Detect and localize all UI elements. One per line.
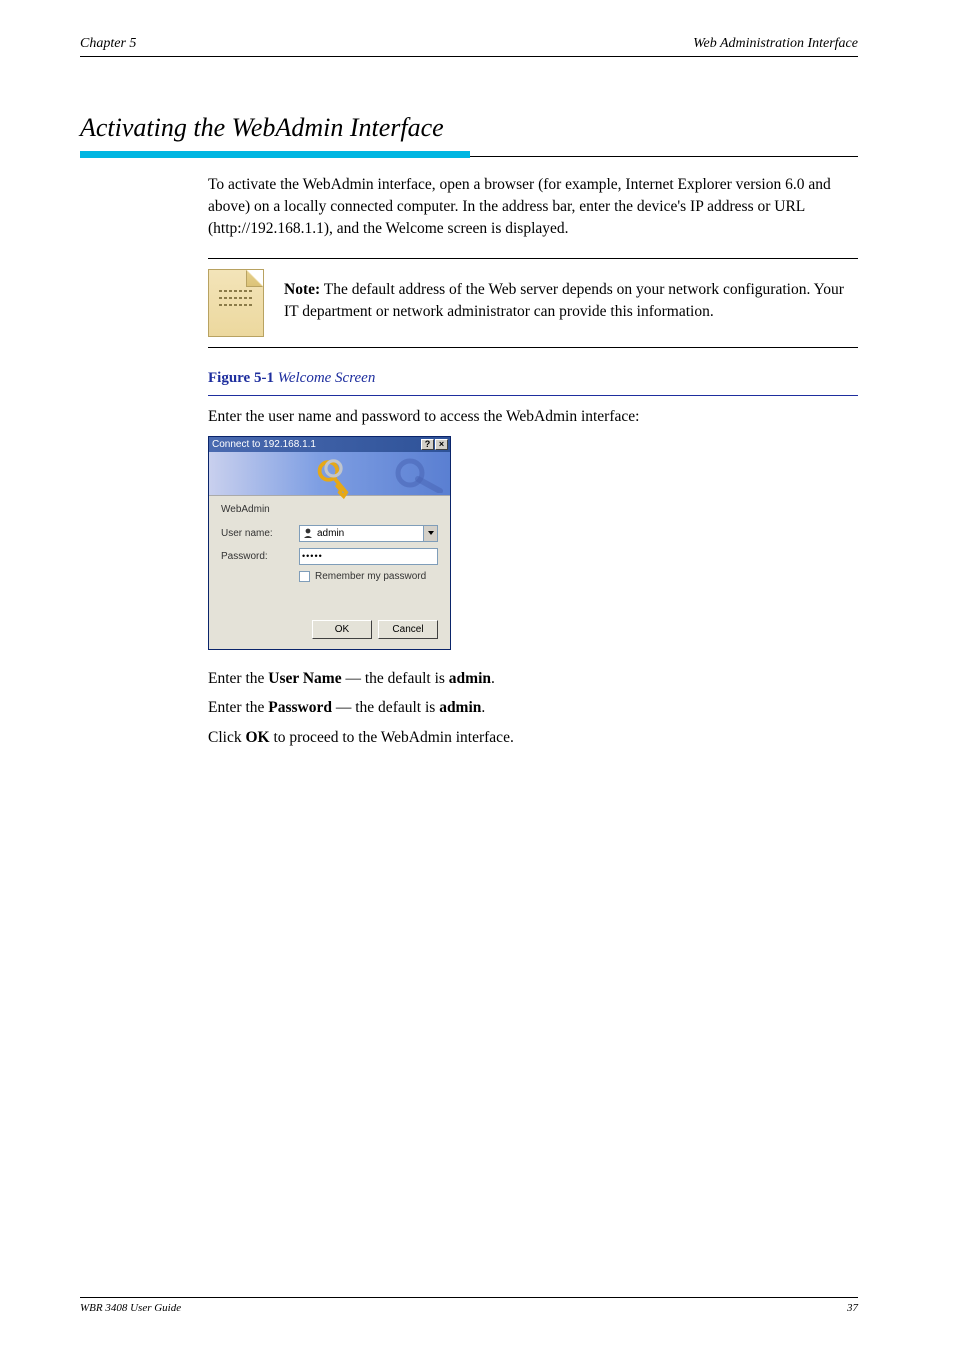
dialog-banner bbox=[209, 452, 450, 496]
login-dialog: Connect to 192.168.1.1 ? × WebAdmin User… bbox=[208, 436, 451, 650]
note-block: Note: The default address of the Web ser… bbox=[208, 258, 858, 348]
realm-text: WebAdmin bbox=[221, 504, 438, 515]
username-label: User name: bbox=[221, 528, 299, 539]
ok-button[interactable]: OK bbox=[312, 620, 372, 639]
remember-checkbox[interactable] bbox=[299, 571, 310, 582]
footer-rule bbox=[80, 1297, 858, 1298]
username-input[interactable]: admin bbox=[299, 525, 438, 542]
accent-line bbox=[80, 151, 858, 158]
username-dropdown-button[interactable] bbox=[423, 526, 437, 541]
titlebar: Connect to 192.168.1.1 ? × bbox=[209, 437, 450, 452]
instruction-line-2: Enter the Password — the default is admi… bbox=[208, 697, 858, 719]
intro-paragraph: To activate the WebAdmin interface, open… bbox=[208, 174, 858, 240]
figure-caption: Welcome Screen bbox=[278, 370, 376, 386]
dialog-title: Connect to 192.168.1.1 bbox=[212, 439, 316, 450]
instruction-line-3: Click OK to proceed to the WebAdmin inte… bbox=[208, 727, 858, 749]
note-text: The default address of the Web server de… bbox=[284, 281, 844, 320]
cancel-button[interactable]: Cancel bbox=[378, 620, 438, 639]
footer-page-number: 37 bbox=[847, 1302, 858, 1314]
close-button[interactable]: × bbox=[435, 439, 448, 450]
header-rule bbox=[80, 56, 858, 57]
instruction-line-1: Enter the User Name — the default is adm… bbox=[208, 668, 858, 690]
remember-label: Remember my password bbox=[315, 571, 426, 582]
footer-left: WBR 3408 User Guide bbox=[80, 1302, 181, 1314]
figure-number: Figure 5-1 bbox=[208, 370, 274, 386]
step-instruction: Enter the user name and password to acce… bbox=[208, 406, 858, 428]
header-left: Chapter 5 bbox=[80, 36, 136, 52]
username-value: admin bbox=[317, 528, 344, 539]
section-title: Activating the WebAdmin Interface bbox=[80, 113, 858, 143]
password-value: ••••• bbox=[302, 551, 323, 561]
header-right: Web Administration Interface bbox=[693, 36, 858, 52]
password-input[interactable]: ••••• bbox=[299, 548, 438, 565]
help-button[interactable]: ? bbox=[421, 439, 434, 450]
chevron-down-icon bbox=[428, 531, 434, 535]
banner-key-icon bbox=[392, 455, 446, 493]
url-text: http://192.168.1.1 bbox=[213, 220, 324, 237]
figure-rule bbox=[208, 395, 858, 396]
note-icon bbox=[208, 269, 264, 337]
password-label: Password: bbox=[221, 551, 299, 562]
note-label: Note: bbox=[284, 281, 320, 298]
user-icon bbox=[302, 527, 314, 539]
